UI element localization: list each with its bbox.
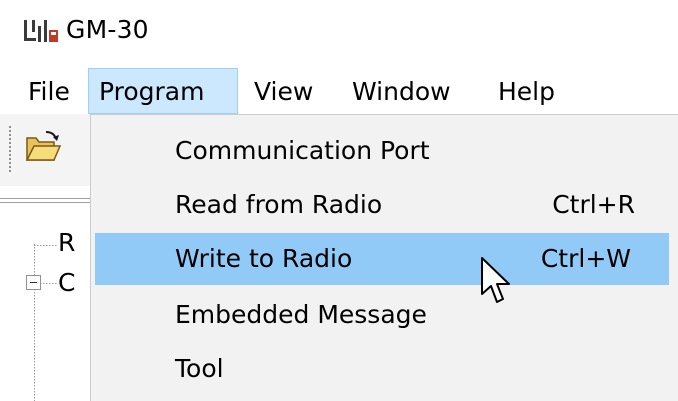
folder-open-icon[interactable] bbox=[24, 130, 62, 164]
menu-program[interactable]: Program bbox=[88, 68, 238, 114]
menu-window[interactable]: Window bbox=[342, 68, 461, 114]
menu-item-label: Read from Radio bbox=[175, 190, 383, 219]
menu-item-label: Tool bbox=[175, 354, 224, 383]
menu-item-label: Write to Radio bbox=[175, 244, 353, 273]
tree-item-1[interactable]: R bbox=[58, 228, 75, 258]
collapse-icon[interactable] bbox=[26, 275, 41, 290]
program-dropdown-menu: Communication Port Read from Radio Ctrl+… bbox=[90, 114, 678, 401]
window-title: GM-30 bbox=[66, 15, 149, 44]
title-bar: GM-30 bbox=[0, 0, 678, 60]
app-logo-icon bbox=[24, 20, 58, 42]
menu-item-shortcut: Ctrl+W bbox=[540, 244, 631, 273]
panel-header bbox=[0, 194, 90, 208]
menu-item-label: Embedded Message bbox=[175, 300, 427, 329]
tree-connector bbox=[34, 245, 58, 246]
menu-item-embedded-message[interactable]: Embedded Message bbox=[91, 289, 677, 341]
toolbar-grip[interactable] bbox=[9, 126, 11, 172]
menu-help[interactable]: Help bbox=[488, 68, 565, 114]
menu-item-communication-port[interactable]: Communication Port bbox=[91, 125, 677, 177]
menu-view[interactable]: View bbox=[244, 68, 323, 114]
channel-tree bbox=[0, 208, 90, 401]
tree-connector bbox=[34, 244, 35, 401]
menu-item-shortcut: Ctrl+R bbox=[552, 190, 635, 219]
menu-item-write-to-radio[interactable]: Write to Radio Ctrl+W bbox=[95, 233, 669, 285]
menu-bar: File Program View Window Help bbox=[0, 68, 678, 114]
menu-item-label: Communication Port bbox=[175, 136, 430, 165]
tree-connector bbox=[40, 283, 58, 284]
menu-item-read-from-radio[interactable]: Read from Radio Ctrl+R bbox=[91, 179, 677, 231]
menu-file[interactable]: File bbox=[18, 68, 80, 114]
tree-item-2[interactable]: C bbox=[58, 268, 75, 298]
menu-item-tool[interactable]: Tool bbox=[91, 343, 677, 395]
